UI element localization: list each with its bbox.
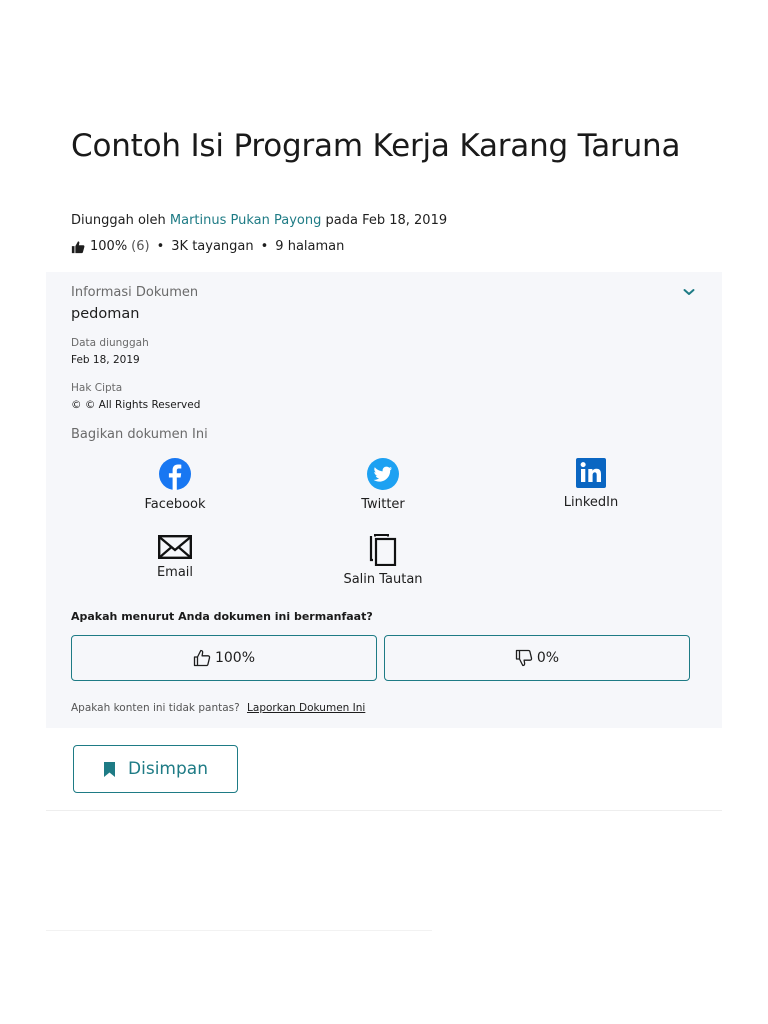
thumbs-up-icon xyxy=(193,649,211,667)
rating-percent: 100% xyxy=(90,239,128,254)
document-title: Contoh Isi Program Kerja Karang Taruna xyxy=(71,128,681,164)
share-email-label: Email xyxy=(156,565,194,580)
downvote-percent: 0% xyxy=(536,650,560,666)
upload-date-label: Data diunggah xyxy=(71,337,149,349)
info-section-label: Informasi Dokumen xyxy=(71,285,199,300)
downvote-button[interactable]: 0% xyxy=(384,635,690,681)
report-line: Apakah konten ini tidak pantas? Laporkan… xyxy=(71,702,365,714)
copy-link-button[interactable]: Salin Tautan xyxy=(313,533,453,587)
section-divider xyxy=(46,810,722,811)
copy-icon xyxy=(369,534,397,566)
copyright-label: Hak Cipta xyxy=(71,382,123,394)
linkedin-icon xyxy=(576,458,606,488)
save-button[interactable]: Disimpan xyxy=(73,745,238,793)
upvote-percent: 100% xyxy=(214,650,256,666)
share-twitter-button[interactable]: Twitter xyxy=(313,457,453,512)
page-count: 9 halaman xyxy=(275,239,345,254)
uploaded-by-prefix: Diunggah oleh xyxy=(71,213,166,228)
copyright-value: © © All Rights Reserved xyxy=(71,399,201,411)
document-info-panel: Informasi Dokumen pedoman Data diunggah … xyxy=(46,272,722,728)
rating-count: (6) xyxy=(131,239,150,254)
uploaded-on-prefix: pada xyxy=(325,213,358,228)
facebook-icon xyxy=(159,458,191,490)
twitter-icon xyxy=(367,458,399,490)
upvote-button[interactable]: 100% xyxy=(71,635,377,681)
thumbs-up-filled-icon xyxy=(71,240,85,253)
uploader-line: Diunggah oleh Martinus Pukan Payong pada… xyxy=(71,213,447,228)
separator-dot: • xyxy=(156,239,165,254)
share-section-label: Bagikan dokumen Ini xyxy=(71,427,208,442)
envelope-icon xyxy=(158,535,192,559)
separator-dot: • xyxy=(260,239,269,254)
bookmark-icon xyxy=(104,761,116,777)
chevron-down-icon[interactable] xyxy=(682,285,696,299)
share-twitter-label: Twitter xyxy=(361,497,405,512)
section-divider xyxy=(46,930,432,931)
upload-date-value: Feb 18, 2019 xyxy=(71,354,140,366)
share-linkedin-button[interactable]: LinkedIn xyxy=(521,457,661,510)
report-prompt: Apakah konten ini tidak pantas? xyxy=(71,702,240,714)
share-linkedin-label: LinkedIn xyxy=(563,495,619,510)
upload-date: Feb 18, 2019 xyxy=(362,213,448,228)
share-email-button[interactable]: Email xyxy=(105,535,245,580)
author-link[interactable]: Martinus Pukan Payong xyxy=(170,213,321,228)
share-facebook-button[interactable]: Facebook xyxy=(105,457,245,512)
save-label: Disimpan xyxy=(128,759,208,779)
document-category: pedoman xyxy=(71,306,140,322)
report-document-link[interactable]: Laporkan Dokumen Ini xyxy=(247,702,365,714)
view-count: 3K tayangan xyxy=(171,239,254,254)
helpful-question: Apakah menurut Anda dokumen ini bermanfa… xyxy=(71,610,373,623)
thumbs-down-icon xyxy=(515,649,533,667)
copy-link-label: Salin Tautan xyxy=(343,572,423,587)
document-stats: 100% (6) • 3K tayangan • 9 halaman xyxy=(71,239,344,254)
share-facebook-label: Facebook xyxy=(144,497,206,512)
